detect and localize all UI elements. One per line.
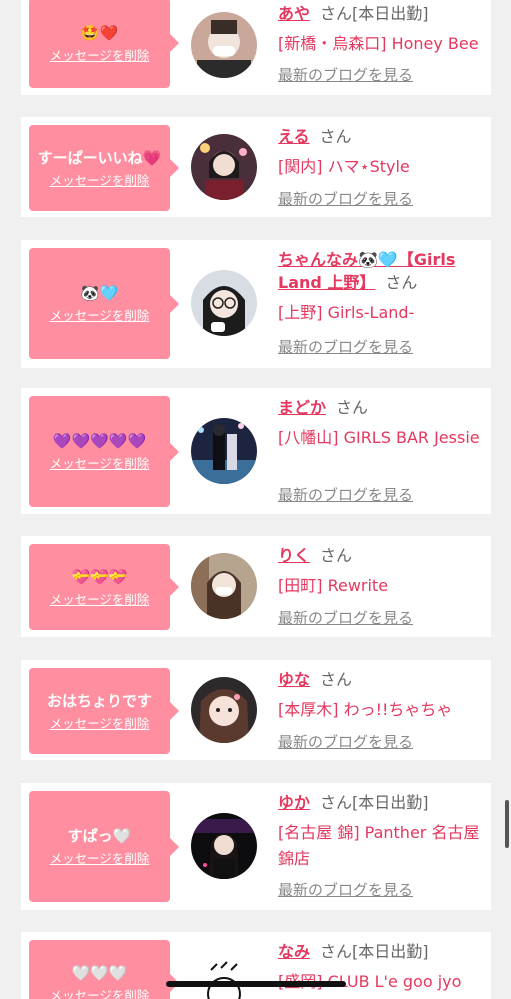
list-item: すぱっ🤍 メッセージを削除 ゆか さん[本日出勤] [名古屋 錦] Panther… <box>21 783 491 910</box>
message-bubble: おはちょりです メッセージを削除 <box>29 668 179 754</box>
blog-link[interactable]: 最新のブログを見る <box>278 337 413 357</box>
profile-info: まどか さん [八幡山] GIRLS BAR Jessie <box>278 396 485 451</box>
avatar[interactable] <box>191 12 257 78</box>
shop-name: [新橋・烏森口] Honey Bee <box>278 34 479 53</box>
message-text: すーぱーいいね💗 <box>37 148 162 167</box>
profile-name-link[interactable]: なみ <box>278 942 310 961</box>
blog-link[interactable]: 最新のブログを見る <box>278 65 413 85</box>
avatar[interactable] <box>191 677 257 743</box>
profile-name-link[interactable]: りく <box>278 546 310 565</box>
profile-name-link[interactable]: ちゃんなみ🐼🩵【Girls Land 上野】 <box>278 250 455 292</box>
delete-message-link[interactable]: メッセージを削除 <box>50 308 150 324</box>
shop-name: [田町] Rewrite <box>278 576 389 595</box>
avatar[interactable] <box>191 954 257 999</box>
status-badge: [本日出勤] <box>352 942 429 961</box>
message-bubble: 💜💜💜💜💜 メッセージを削除 <box>29 396 179 507</box>
shop-name: [本厚木] わっ!!ちゃちゃ <box>278 700 453 719</box>
delete-message-link[interactable]: メッセージを削除 <box>50 716 150 732</box>
blog-link[interactable]: 最新のブログを見る <box>278 880 413 900</box>
profile-name-link[interactable]: える <box>278 127 310 146</box>
honorific: さん <box>336 398 369 417</box>
profile-name-link[interactable]: ゆな <box>278 670 310 689</box>
message-text: すぱっ🤍 <box>67 827 132 845</box>
blog-link[interactable]: 最新のブログを見る <box>278 732 413 752</box>
honorific: さん <box>320 670 353 689</box>
profile-info: ゆな さん [本厚木] わっ!!ちゃちゃ <box>278 668 485 723</box>
delete-message-link[interactable]: メッセージを削除 <box>50 592 150 608</box>
avatar[interactable] <box>191 418 257 484</box>
profile-name-link[interactable]: ゆか <box>278 793 310 812</box>
profile-info: ゆか さん[本日出勤] [名古屋 錦] Panther 名古屋錦店 <box>278 791 485 872</box>
message-text: 🤍🤍🤍 <box>71 963 128 982</box>
honorific: さん <box>319 127 352 146</box>
blog-link[interactable]: 最新のブログを見る <box>278 189 413 209</box>
message-text: 🤩❤️ <box>80 23 119 42</box>
message-bubble: すぱっ🤍 メッセージを削除 <box>29 791 179 902</box>
honorific: さん <box>320 942 353 961</box>
home-indicator[interactable] <box>166 981 346 987</box>
message-bubble: すーぱーいいね💗 メッセージを削除 <box>29 125 179 211</box>
blog-link[interactable]: 最新のブログを見る <box>278 608 413 628</box>
delete-message-link[interactable]: メッセージを削除 <box>50 851 150 867</box>
honorific: さん <box>320 4 353 23</box>
list-item: 🤍🤍🤍 メッセージを削除 なみ さん[本日出勤] [盛岡] CLUB L'e go… <box>21 932 491 999</box>
list-item: 💝💝💝 メッセージを削除 りく さん [田町] Rewrite 最新のブログを見る <box>21 536 491 637</box>
profile-info: りく さん [田町] Rewrite <box>278 544 485 599</box>
avatar[interactable] <box>191 553 257 619</box>
message-text: おはちょりです <box>46 691 152 710</box>
scrollbar-thumb[interactable] <box>505 800 509 848</box>
honorific: さん <box>320 546 353 565</box>
profile-name-link[interactable]: まどか <box>278 398 326 417</box>
message-bubble: 🤩❤️ メッセージを削除 <box>29 0 179 88</box>
shop-name: [上野] Girls-Land- <box>278 303 415 322</box>
message-list: 🤩❤️ メッセージを削除 あや さん[本日出勤] [新橋・烏森口] Honey B… <box>0 0 511 999</box>
message-bubble: 🐼🩵 メッセージを削除 <box>29 248 179 359</box>
message-bubble: 💝💝💝 メッセージを削除 <box>29 544 179 630</box>
list-item: 🤩❤️ メッセージを削除 あや さん[本日出勤] [新橋・烏森口] Honey B… <box>21 0 491 95</box>
blog-link[interactable]: 最新のブログを見る <box>278 485 413 505</box>
avatar[interactable] <box>191 270 257 336</box>
profile-info: ちゃんなみ🐼🩵【Girls Land 上野】 さん [上野] Girls-Land… <box>278 248 485 326</box>
message-text: 💝💝💝 <box>71 567 128 586</box>
message-bubble: 🤍🤍🤍 メッセージを削除 <box>29 940 179 999</box>
profile-info: える さん [関内] ハマ⋆Style <box>278 125 485 180</box>
profile-info: あや さん[本日出勤] [新橋・烏森口] Honey Bee <box>278 2 485 57</box>
list-item: 🐼🩵 メッセージを削除 ちゃんなみ🐼🩵【Girls Land 上野】 さん [上野… <box>21 240 491 368</box>
shop-name: [関内] ハマ⋆Style <box>278 157 410 176</box>
status-badge: [本日出勤] <box>352 793 429 812</box>
avatar[interactable] <box>191 134 257 200</box>
honorific: さん <box>320 793 353 812</box>
shop-name: [八幡山] GIRLS BAR Jessie <box>278 428 480 447</box>
list-item: 💜💜💜💜💜 メッセージを削除 まどか さん [八幡山] GIRLS BAR Jes… <box>21 388 491 514</box>
message-text: 💜💜💜💜💜 <box>52 432 147 450</box>
message-text: 🐼🩵 <box>80 284 119 302</box>
avatar[interactable] <box>191 813 257 879</box>
list-item: おはちょりです メッセージを削除 ゆな さん [本厚木] わっ!!ちゃちゃ 最新の… <box>21 660 491 760</box>
delete-message-link[interactable]: メッセージを削除 <box>50 988 150 999</box>
honorific: さん <box>385 273 418 292</box>
list-item: すーぱーいいね💗 メッセージを削除 える さん [関内] ハマ⋆Style 最新の… <box>21 117 491 217</box>
profile-name-link[interactable]: あや <box>278 4 310 23</box>
shop-name: [名古屋 錦] Panther 名古屋錦店 <box>278 823 480 868</box>
delete-message-link[interactable]: メッセージを削除 <box>50 173 150 189</box>
delete-message-link[interactable]: メッセージを削除 <box>50 48 150 64</box>
delete-message-link[interactable]: メッセージを削除 <box>50 456 150 472</box>
status-badge: [本日出勤] <box>352 4 429 23</box>
